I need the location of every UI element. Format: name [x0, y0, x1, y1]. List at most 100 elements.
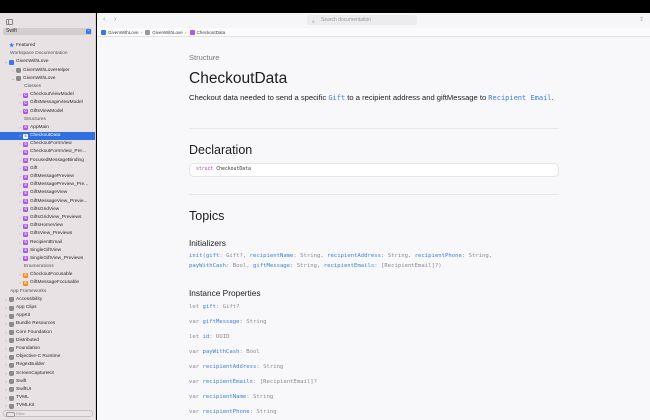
sidebar-item[interactable]: ⌄ GivenWithLove — [0, 75, 95, 83]
sidebar-toggle-icon[interactable] — [6, 19, 13, 25]
property-link[interactable]: var recipientAddress: String — [189, 364, 283, 370]
disclosure-expanded-icon[interactable]: ⌄ — [11, 75, 15, 83]
sidebar-item[interactable]: › Core Foundation — [0, 329, 95, 337]
sidebar-item[interactable]: › E GiftMessageFocusable — [0, 279, 95, 287]
sidebar-item[interactable]: ⌄ GivenWithLove — [0, 58, 95, 66]
disclosure-collapsed-icon[interactable]: › — [4, 353, 8, 361]
property-link[interactable]: var giftMessage: String — [189, 319, 266, 325]
sidebar-item[interactable]: › Accessibility — [0, 296, 95, 304]
disclosure-collapsed-icon[interactable]: › — [18, 206, 22, 214]
disclosure-collapsed-icon[interactable]: › — [18, 247, 22, 255]
sidebar-item[interactable]: › C GiftsViewModel — [0, 108, 95, 116]
property-link[interactable]: var payWithCash: Bool — [189, 349, 260, 355]
sidebar-item[interactable]: › TVML — [0, 394, 95, 402]
sidebar-item[interactable]: › S AppMain — [0, 124, 95, 132]
forward-button[interactable]: › — [114, 16, 116, 23]
disclosure-expanded-icon[interactable]: ⌄ — [4, 58, 8, 66]
sidebar-item[interactable]: › S GiftsView_Previews — [0, 230, 95, 238]
sidebar-item[interactable]: › Distributed — [0, 337, 95, 345]
recipient-email-link[interactable]: Recipient Email — [488, 94, 551, 102]
sidebar-item[interactable]: › C CheckoutViewModel — [0, 91, 95, 99]
search-placeholder: Search documentation — [321, 17, 372, 23]
disclosure-collapsed-icon[interactable]: › — [18, 157, 22, 165]
disclosure-collapsed-icon[interactable]: › — [4, 361, 8, 369]
disclosure-collapsed-icon[interactable]: › — [18, 124, 22, 132]
sidebar-item[interactable]: › S RecipientEmail — [0, 239, 95, 247]
sidebar-item[interactable]: › E CheckoutFocusable — [0, 271, 95, 279]
disclosure-collapsed-icon[interactable]: › — [18, 214, 22, 222]
sidebar-item[interactable]: › S SingleGiftView_Previews — [0, 255, 95, 263]
disclosure-collapsed-icon[interactable]: › — [18, 140, 22, 148]
disclosure-collapsed-icon[interactable]: › — [4, 378, 8, 386]
disclosure-collapsed-icon[interactable]: › — [18, 271, 22, 279]
sidebar-item[interactable]: › GivenWithLoveHelper — [0, 67, 95, 75]
disclosure-collapsed-icon[interactable]: › — [11, 67, 15, 75]
sidebar-item[interactable]: › S GiftMessagePreview — [0, 173, 95, 181]
disclosure-collapsed-icon[interactable]: › — [18, 173, 22, 181]
sidebar-item[interactable]: › Bundle Resources — [0, 320, 95, 328]
search-field[interactable]: ⌕ Search documentation — [307, 15, 417, 25]
property-link[interactable]: var recipientPhone: String — [189, 409, 277, 415]
sidebar-item[interactable]: › S GiftsGridView_Previews — [0, 214, 95, 222]
share-icon[interactable]: ⇪ — [639, 16, 644, 23]
disclosure-collapsed-icon[interactable]: › — [18, 279, 22, 287]
disclosure-collapsed-icon[interactable]: › — [18, 148, 22, 156]
sidebar-item[interactable]: › SwiftUI — [0, 386, 95, 394]
sidebar-item[interactable]: › App Clips — [0, 304, 95, 312]
disclosure-collapsed-icon[interactable]: › — [18, 91, 22, 99]
filter-input[interactable]: Filter — [3, 410, 93, 417]
sidebar-item[interactable]: › RegexBuilder — [0, 361, 95, 369]
sidebar-item[interactable]: › ScreenCaptureKit — [0, 370, 95, 378]
disclosure-collapsed-icon[interactable]: › — [4, 370, 8, 378]
sidebar-item[interactable]: › S GiftMessagePreview_Pre... — [0, 181, 95, 189]
property-link[interactable]: var recipientName: String — [189, 394, 273, 400]
disclosure-collapsed-icon[interactable]: › — [4, 304, 8, 312]
breadcrumb-item[interactable]: CheckoutData — [189, 30, 225, 35]
gift-link[interactable]: Gift — [328, 94, 345, 102]
disclosure-collapsed-icon[interactable]: › — [18, 239, 22, 247]
disclosure-collapsed-icon[interactable]: › — [4, 296, 8, 304]
disclosure-collapsed-icon[interactable]: › — [4, 312, 8, 320]
sidebar-item[interactable]: › S GiftMessageView_Previe... — [0, 198, 95, 206]
sidebar-item[interactable]: › C GiftsMessageViewModel — [0, 99, 95, 107]
property-link[interactable]: let id: UUID — [189, 334, 229, 340]
disclosure-collapsed-icon[interactable]: › — [18, 132, 22, 140]
initializer-link[interactable]: init(gift: Gift?, recipientName: String,… — [189, 253, 492, 259]
sidebar-item[interactable]: › Objective-C Runtime — [0, 353, 95, 361]
sidebar-item[interactable]: › S FocusedMessageBinding — [0, 157, 95, 165]
disclosure-collapsed-icon[interactable]: › — [18, 108, 22, 116]
breadcrumb-item[interactable]: GivenWithLove — [145, 30, 183, 35]
sidebar-item[interactable]: › Foundation — [0, 345, 95, 353]
disclosure-collapsed-icon[interactable]: › — [18, 222, 22, 230]
sidebar-item[interactable]: › S Gift — [0, 165, 95, 173]
sidebar-item[interactable]: › AppKit — [0, 312, 95, 320]
disclosure-collapsed-icon[interactable]: › — [4, 386, 8, 394]
disclosure-collapsed-icon[interactable]: › — [18, 165, 22, 173]
disclosure-collapsed-icon[interactable]: › — [18, 230, 22, 238]
initializer-link[interactable]: payWithCash: Bool, giftMessage: String, … — [189, 263, 442, 269]
disclosure-collapsed-icon[interactable]: › — [18, 198, 22, 206]
language-selector[interactable]: Swift ⌃ — [3, 28, 92, 35]
disclosure-collapsed-icon[interactable]: › — [4, 320, 8, 328]
property-link[interactable]: let gift: Gift? — [189, 304, 240, 310]
disclosure-collapsed-icon[interactable]: › — [18, 181, 22, 189]
sidebar-item[interactable]: › S GiftsHomeView — [0, 222, 95, 230]
disclosure-collapsed-icon[interactable]: › — [4, 337, 8, 345]
sidebar-item[interactable]: › S GiftsGridView — [0, 206, 95, 214]
sidebar-item[interactable]: › Swift — [0, 378, 95, 386]
back-button[interactable]: ‹ — [103, 16, 105, 23]
sidebar-item[interactable]: ★ Featured — [0, 42, 95, 50]
disclosure-collapsed-icon[interactable]: › — [4, 394, 8, 402]
sidebar-item[interactable]: › S CheckoutFormView_Pre... — [0, 148, 95, 156]
sidebar-item[interactable]: › S CheckoutData — [0, 132, 95, 141]
disclosure-collapsed-icon[interactable]: › — [4, 329, 8, 337]
breadcrumb-item[interactable]: GivenWithLove — [101, 30, 139, 35]
sidebar-item[interactable]: › S SingleGiftView — [0, 247, 95, 255]
disclosure-collapsed-icon[interactable]: › — [4, 345, 8, 353]
sidebar-item[interactable]: › S CheckoutFormView — [0, 140, 95, 148]
disclosure-collapsed-icon[interactable]: › — [18, 189, 22, 197]
disclosure-collapsed-icon[interactable]: › — [18, 255, 22, 263]
disclosure-collapsed-icon[interactable]: › — [18, 99, 22, 107]
sidebar-item[interactable]: › S GiftMessageView — [0, 189, 95, 197]
property-link[interactable]: var recipientEmails: [RecipientEmail]? — [189, 379, 317, 385]
